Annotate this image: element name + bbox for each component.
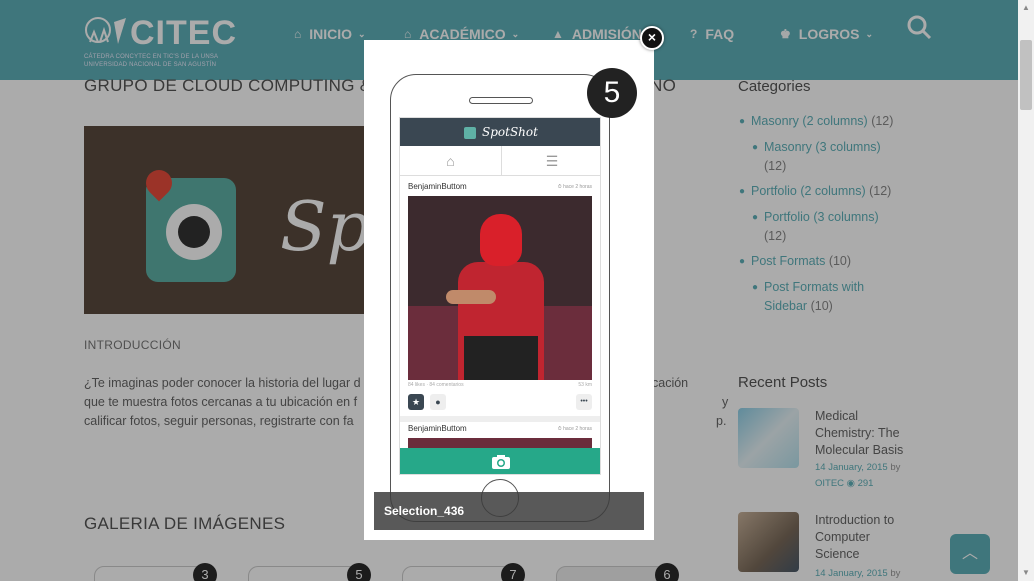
lightbox-image[interactable]: SpotShot ⌂ ☰ BenjaminButtom ⏱ hace 2 hor…: [374, 50, 644, 530]
more-icon: •••: [576, 394, 592, 410]
page-scrollbar[interactable]: ▲ ▼: [1018, 0, 1034, 581]
app-logo-icon: [464, 126, 477, 139]
close-lightbox-button[interactable]: ×: [640, 26, 664, 50]
feed-stats: 84 likes · 84 comentarios 53 km: [408, 382, 592, 388]
phone-speaker: [469, 97, 533, 104]
app-name: SpotShot: [482, 125, 538, 139]
camera-bar: [400, 448, 600, 474]
star-icon: ★: [408, 394, 424, 410]
scroll-down-arrow-icon[interactable]: ▼: [1018, 565, 1034, 581]
feed-photo: [408, 438, 592, 448]
close-icon: ×: [647, 29, 657, 45]
phone-mockup: SpotShot ⌂ ☰ BenjaminButtom ⏱ hace 2 hor…: [390, 74, 610, 522]
photo-person-legs: [464, 336, 538, 380]
app-tabs: ⌂ ☰: [400, 146, 600, 176]
photo-person-arm: [446, 290, 496, 304]
scroll-up-arrow-icon[interactable]: ▲: [1018, 0, 1034, 16]
camera-icon: [492, 454, 510, 469]
lightbox-caption: Selection_436: [374, 492, 644, 530]
feed-distance: 53 km: [578, 382, 592, 388]
phone-screen: SpotShot ⌂ ☰ BenjaminButtom ⏱ hace 2 hor…: [399, 117, 601, 475]
app-bar: SpotShot: [400, 118, 600, 146]
feed-separator: [400, 416, 600, 422]
menu-icon: ☰: [501, 146, 600, 176]
home-icon: ⌂: [446, 153, 455, 169]
photo-person-head: [480, 214, 522, 266]
feed-time: ⏱ hace 2 horas: [557, 184, 592, 190]
lightbox: SpotShot ⌂ ☰ BenjaminButtom ⏱ hace 2 hor…: [364, 40, 654, 540]
scrollbar-thumb[interactable]: [1020, 40, 1032, 110]
comment-icon: ●: [430, 394, 446, 410]
feed-likes: 84 likes · 84 comentarios: [408, 382, 464, 388]
feed-username: BenjaminButtom: [408, 424, 467, 433]
feed-photo: [408, 196, 592, 380]
feed-time: ⏱ hace 2 horas: [557, 426, 592, 432]
feed-actions: ★ ● •••: [408, 394, 592, 412]
feed-username: BenjaminButtom: [408, 182, 467, 191]
step-number-badge: 5: [587, 68, 637, 118]
